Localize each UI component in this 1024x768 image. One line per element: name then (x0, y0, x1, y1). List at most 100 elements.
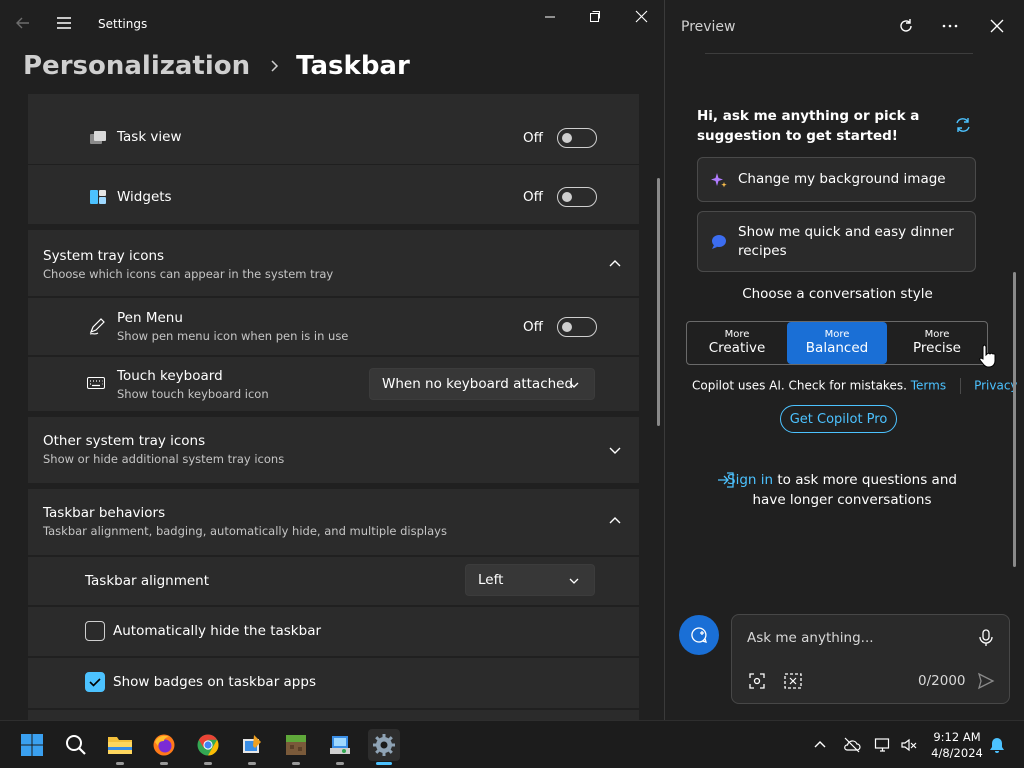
screenshot-icon[interactable] (748, 672, 766, 690)
greeting-text: Hi, ask me anything or pick a suggestion… (697, 108, 920, 144)
separator (960, 378, 962, 394)
top-divider (705, 53, 973, 54)
paint-button[interactable] (236, 729, 268, 765)
touch-keyboard-value: When no keyboard attached (382, 376, 574, 392)
style-big-label: Balanced (805, 340, 869, 356)
taskbar: 9:12 AM 4/8/2024 (0, 720, 1024, 768)
keyboard-icon (87, 377, 105, 389)
suggestion-background[interactable]: Change my background image (697, 157, 976, 202)
pen-menu-toggle[interactable] (556, 317, 597, 337)
other-tray-description: Show or hide additional system tray icon… (43, 452, 285, 466)
minecraft-button[interactable] (280, 729, 312, 765)
close-icon[interactable] (988, 17, 1006, 35)
more-options-icon[interactable] (941, 17, 959, 35)
chevron-up-icon[interactable] (811, 736, 829, 754)
running-indicator (248, 762, 256, 765)
refresh-icon[interactable] (897, 17, 915, 35)
style-precise-button[interactable]: More Precise (887, 322, 987, 364)
volume-muted-icon[interactable] (900, 736, 918, 754)
settings-content: Task view Off Widgets Off System tray ic… (28, 94, 639, 720)
pen-menu-toggle-group: Off (523, 317, 597, 337)
send-icon[interactable] (977, 672, 995, 690)
firefox-button[interactable] (148, 729, 180, 765)
restore-icon[interactable] (583, 8, 607, 26)
get-copilot-pro-button[interactable]: Get Copilot Pro (780, 405, 897, 433)
privacy-link[interactable]: Privacy (974, 379, 1017, 393)
widgets-toggle[interactable] (556, 187, 597, 207)
settings-icon (373, 734, 395, 756)
chat-input-placeholder[interactable]: Ask me anything... (747, 630, 874, 646)
file-explorer-button[interactable] (104, 729, 136, 765)
taskbar-behaviors-header[interactable]: Taskbar behaviors Taskbar alignment, bad… (28, 489, 639, 555)
chevron-up-icon[interactable] (608, 514, 622, 528)
microphone-icon[interactable] (977, 628, 995, 648)
file-explorer-icon (108, 737, 132, 754)
breadcrumb: Personalization Taskbar (23, 46, 410, 86)
hamburger-menu-icon[interactable] (55, 14, 73, 32)
new-topic-button[interactable] (679, 615, 719, 655)
chat-bubble-icon (712, 235, 726, 249)
preview-scrollbar[interactable] (1013, 272, 1016, 567)
chevron-up-icon[interactable] (608, 257, 622, 271)
suggestion-recipes[interactable]: Show me quick and easy dinner recipes (697, 211, 976, 272)
search-icon (66, 735, 86, 755)
taskbar-alignment-dropdown[interactable]: Left (465, 564, 595, 596)
chevron-down-icon (569, 382, 579, 388)
minimize-icon[interactable] (538, 8, 562, 26)
style-big-label: Creative (708, 340, 766, 356)
pen-menu-description: Show pen menu icon when pen is in use (117, 329, 349, 343)
task-view-toggle[interactable] (556, 128, 597, 148)
preview-title: Preview (681, 19, 736, 35)
chrome-button[interactable] (192, 729, 224, 765)
settings-app-button[interactable] (368, 729, 400, 765)
suggestion-text: Show me quick and easy dinner recipes (738, 224, 954, 259)
start-icon (21, 734, 43, 756)
taskbar-alignment-row: Taskbar alignment Left (28, 557, 639, 605)
taskbar-alignment-value: Left (478, 572, 504, 588)
refresh-suggestions-icon[interactable] (954, 116, 972, 134)
badges-checkbox[interactable] (85, 672, 105, 692)
suggestion-text: Change my background image (738, 171, 946, 187)
network-icon[interactable] (874, 736, 892, 754)
back-arrow-icon[interactable] (14, 14, 32, 32)
chevron-down-icon[interactable] (608, 443, 622, 457)
active-indicator (376, 762, 392, 765)
breadcrumb-parent[interactable]: Personalization (23, 51, 250, 81)
badges-label: Show badges on taskbar apps (113, 674, 316, 690)
snip-icon[interactable] (783, 672, 803, 690)
clock-date: 4/8/2024 (931, 746, 983, 760)
installer-icon (330, 736, 350, 754)
clock[interactable]: 9:12 AM 4/8/2024 (922, 729, 992, 761)
widgets-icon (90, 190, 106, 204)
chevron-right-icon (271, 60, 279, 72)
chevron-down-icon (569, 578, 579, 584)
running-indicator (116, 762, 124, 765)
terms-link[interactable]: Terms (911, 379, 946, 393)
close-icon[interactable] (629, 8, 653, 26)
touch-keyboard-dropdown[interactable]: When no keyboard attached (369, 368, 595, 400)
start-button[interactable] (16, 729, 48, 761)
task-view-row: Task view Off (28, 94, 639, 164)
sparkle-icon (711, 173, 727, 188)
style-balanced-button[interactable]: More Balanced (787, 322, 887, 364)
disclaimer-text: Copilot uses AI. Check for mistakes. (692, 378, 907, 393)
widgets-state: Off (523, 189, 543, 205)
pen-menu-state: Off (523, 319, 543, 335)
chrome-icon (197, 734, 219, 756)
taskbar-alignment-label: Taskbar alignment (85, 573, 210, 589)
widgets-label: Widgets (117, 189, 172, 205)
chat-composer[interactable]: Ask me anything... 0/2000 (731, 614, 1010, 704)
installer-button[interactable] (324, 729, 356, 765)
settings-scrollbar[interactable] (657, 178, 660, 426)
search-button[interactable] (60, 729, 92, 761)
other-tray-title: Other system tray icons (43, 433, 206, 449)
notification-bell-icon[interactable] (988, 736, 1006, 754)
sign-in-link[interactable]: Sign in (727, 472, 773, 488)
task-view-state: Off (523, 130, 543, 146)
system-tray-header[interactable]: System tray icons Choose which icons can… (28, 230, 639, 296)
disclaimer: Copilot uses AI. Check for mistakes. Ter… (692, 378, 1018, 394)
other-tray-header[interactable]: Other system tray icons Show or hide add… (28, 417, 639, 483)
style-creative-button[interactable]: More Creative (687, 322, 787, 364)
cloud-offline-icon[interactable] (843, 736, 861, 754)
auto-hide-checkbox[interactable] (85, 621, 105, 641)
